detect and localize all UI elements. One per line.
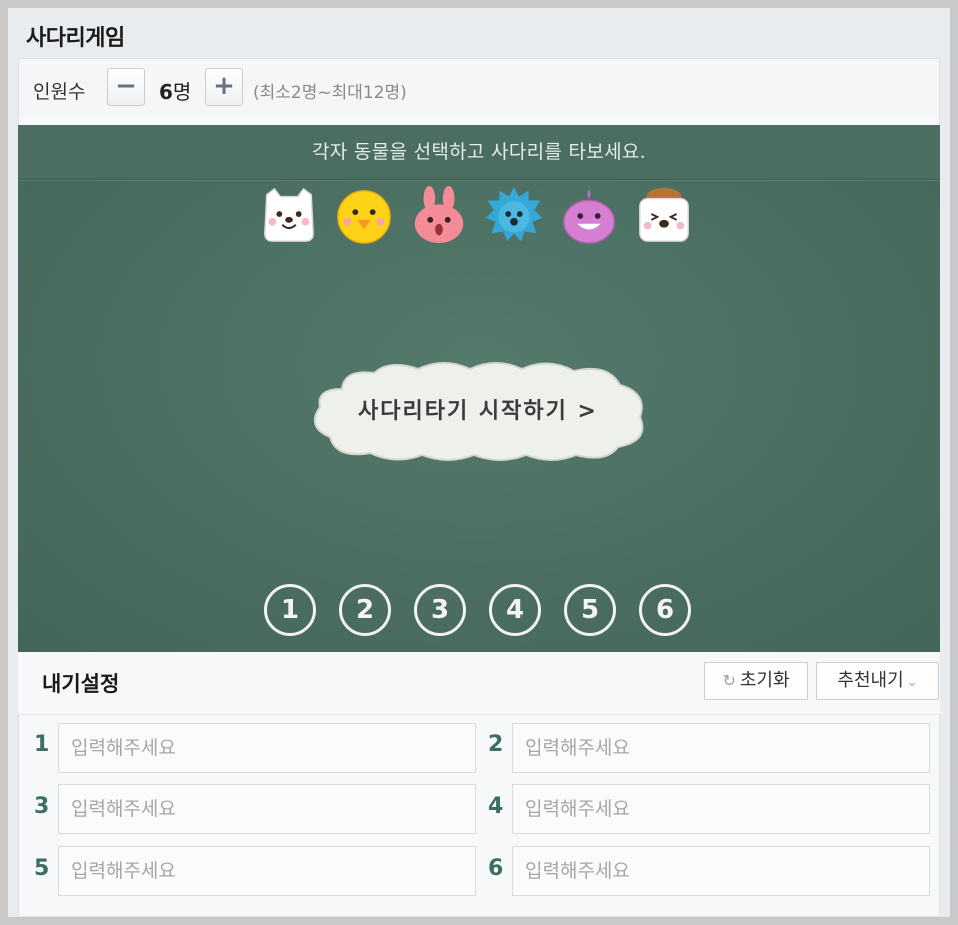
bet-settings-title: 내기설정	[42, 672, 120, 696]
start-ladder-button[interactable]: 사다리타기 시작하기 >	[308, 359, 648, 463]
board-instruction: 각자 동물을 선택하고 사다리를 타보세요.	[312, 141, 646, 163]
dog-icon[interactable]	[634, 185, 694, 245]
ladder-number-3: 3	[414, 584, 466, 636]
hedgehog-icon[interactable]	[484, 185, 544, 245]
bet-input-5[interactable]	[58, 846, 476, 896]
bet-input-4[interactable]	[512, 784, 930, 834]
chick-icon[interactable]	[334, 185, 394, 245]
player-count-range: (최소2명~최대12명)	[253, 83, 407, 103]
player-count-row: 인원수 − 6명 + (최소2명~최대12명)	[19, 59, 939, 117]
reset-button[interactable]: ↻ 초기화	[704, 662, 808, 700]
bet-field-number-3: 3	[34, 794, 50, 819]
recommend-bets-button[interactable]: 추천내기 ⌄	[816, 662, 939, 700]
bet-field-number-1: 1	[34, 732, 50, 757]
reset-label: 초기화	[739, 670, 790, 691]
ladder-board: 각자 동물을 선택하고 사다리를 타보세요. 사다리타기 시작하기 > 1 2 …	[18, 125, 940, 652]
ladder-number-4: 4	[489, 584, 541, 636]
bet-field-number-2: 2	[488, 732, 504, 757]
chevron-down-icon: ⌄	[906, 675, 918, 690]
ladder-number-1: 1	[264, 584, 316, 636]
ladder-number-6: 6	[639, 584, 691, 636]
increase-players-button[interactable]: +	[205, 68, 243, 106]
bet-input-3[interactable]	[58, 784, 476, 834]
page-title: 사다리게임	[26, 26, 125, 51]
refresh-icon: ↻	[722, 671, 736, 690]
recommend-label: 추천내기	[837, 670, 904, 691]
rabbit-icon[interactable]	[409, 185, 469, 245]
plus-icon: +	[213, 71, 235, 101]
player-count-value: 6명	[159, 80, 192, 104]
decrease-players-button[interactable]: −	[107, 68, 145, 106]
bet-input-1[interactable]	[58, 723, 476, 773]
board-header: 각자 동물을 선택하고 사다리를 타보세요.	[18, 125, 940, 180]
minus-icon: −	[115, 71, 137, 101]
ladder-number-2: 2	[339, 584, 391, 636]
bet-settings-header: 내기설정 ↻ 초기화 추천내기 ⌄	[18, 652, 940, 715]
cat-icon[interactable]	[259, 185, 319, 245]
bet-input-2[interactable]	[512, 723, 930, 773]
bet-field-number-5: 5	[34, 856, 50, 881]
bet-field-number-4: 4	[488, 794, 504, 819]
bet-input-6[interactable]	[512, 846, 930, 896]
whale-icon[interactable]	[559, 185, 619, 245]
ladder-game-widget: 사다리게임 인원수 − 6명 + (최소2명~최대12명) 각자 동물을 선택하…	[8, 8, 950, 917]
player-count-label: 인원수	[33, 81, 86, 103]
start-ladder-label: 사다리타기 시작하기 >	[358, 399, 598, 424]
bet-field-number-6: 6	[488, 856, 504, 881]
ladder-number-5: 5	[564, 584, 616, 636]
